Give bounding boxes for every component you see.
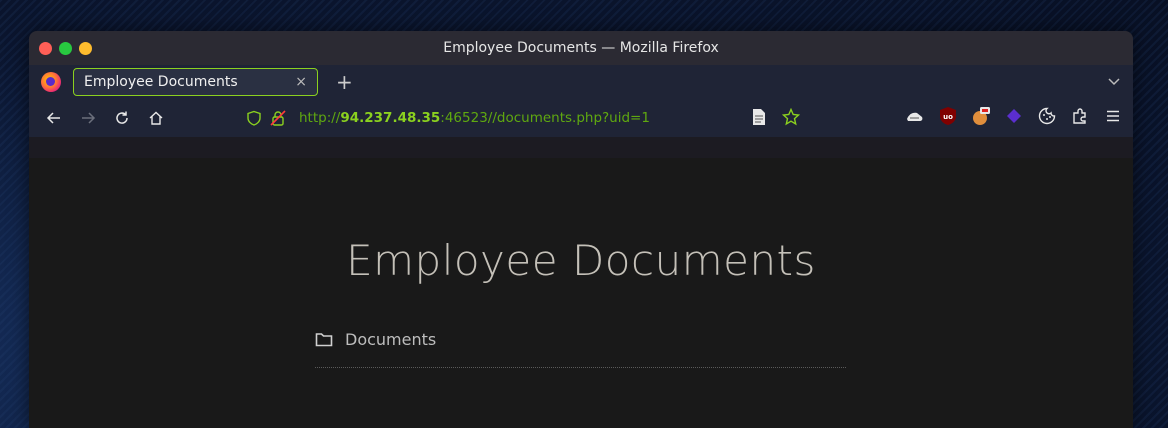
title-bar: Employee Documents — Mozilla Firefox [29, 31, 1133, 65]
url-scheme: http:// [299, 110, 341, 126]
documents-folder-item[interactable]: Documents [315, 330, 436, 349]
new-tab-button[interactable]: + [336, 72, 353, 92]
tab-bar: Employee Documents × + [29, 65, 1133, 99]
extensions-menu-button[interactable] [1070, 106, 1090, 126]
ublock-origin-button[interactable]: uo [938, 106, 958, 126]
window-title: Employee Documents — Mozilla Firefox [443, 40, 719, 56]
list-all-tabs-button[interactable] [1107, 73, 1121, 92]
insecure-lock-icon [270, 110, 286, 126]
divider [315, 367, 846, 368]
tab-close-icon[interactable]: × [295, 74, 307, 90]
extension-4-button[interactable] [1004, 106, 1024, 126]
chevron-down-icon [1108, 78, 1120, 86]
puzzle-icon [1073, 108, 1086, 124]
extension-3-button[interactable] [971, 106, 991, 126]
arrow-left-icon [46, 112, 60, 124]
page-icon [753, 109, 765, 125]
maximize-window-button[interactable] [59, 41, 72, 55]
reader-view-button[interactable] [749, 107, 769, 127]
cookie-editor-extension-icon [973, 107, 990, 125]
star-icon [782, 108, 800, 126]
tab-employee-documents[interactable]: Employee Documents × [73, 68, 318, 96]
close-window-button[interactable] [39, 41, 52, 55]
reload-icon [116, 111, 128, 124]
navigation-toolbar: http://94.237.48.35:46523//documents.php… [29, 99, 1133, 137]
url-host: 94.237.48.35 [340, 110, 441, 126]
page-content: Employee Documents Documents [29, 158, 1133, 428]
cookie-button[interactable] [1037, 106, 1057, 126]
back-button[interactable] [37, 103, 71, 133]
home-icon [149, 111, 163, 125]
url-actions [749, 107, 801, 127]
shoe-extension-icon [907, 112, 923, 121]
url-text[interactable]: http://94.237.48.35:46523//documents.php… [299, 110, 650, 126]
forward-button[interactable] [71, 103, 105, 133]
browser-window: Employee Documents — Mozilla Firefox Emp… [29, 31, 1133, 428]
svg-text:uo: uo [943, 113, 953, 121]
hamburger-menu-icon [1107, 110, 1119, 122]
extensions-toolbar: uo [905, 106, 1123, 126]
cookie-icon [1038, 107, 1056, 125]
arrow-right-icon [82, 112, 96, 124]
folder-label: Documents [345, 330, 437, 349]
ublock-shield-icon: uo [940, 107, 956, 125]
window-controls [39, 41, 92, 55]
diamond-extension-icon [1007, 109, 1021, 123]
tab-title: Employee Documents [84, 74, 238, 90]
folder-icon [315, 333, 333, 347]
url-path: :46523//documents.php?uid=1 [440, 110, 650, 126]
site-security-button[interactable] [267, 107, 289, 129]
reload-button[interactable] [105, 103, 139, 133]
extension-1-button[interactable] [905, 106, 925, 126]
page-title: Employee Documents [346, 236, 816, 285]
home-button[interactable] [139, 103, 173, 133]
shield-icon [247, 110, 261, 126]
app-menu-button[interactable] [1103, 106, 1123, 126]
url-bar[interactable]: http://94.237.48.35:46523//documents.php… [243, 103, 798, 133]
bookmark-star-button[interactable] [781, 107, 801, 127]
minimize-window-button[interactable] [79, 41, 92, 55]
firefox-logo-icon[interactable] [41, 72, 61, 92]
tracking-protection-button[interactable] [243, 107, 265, 129]
